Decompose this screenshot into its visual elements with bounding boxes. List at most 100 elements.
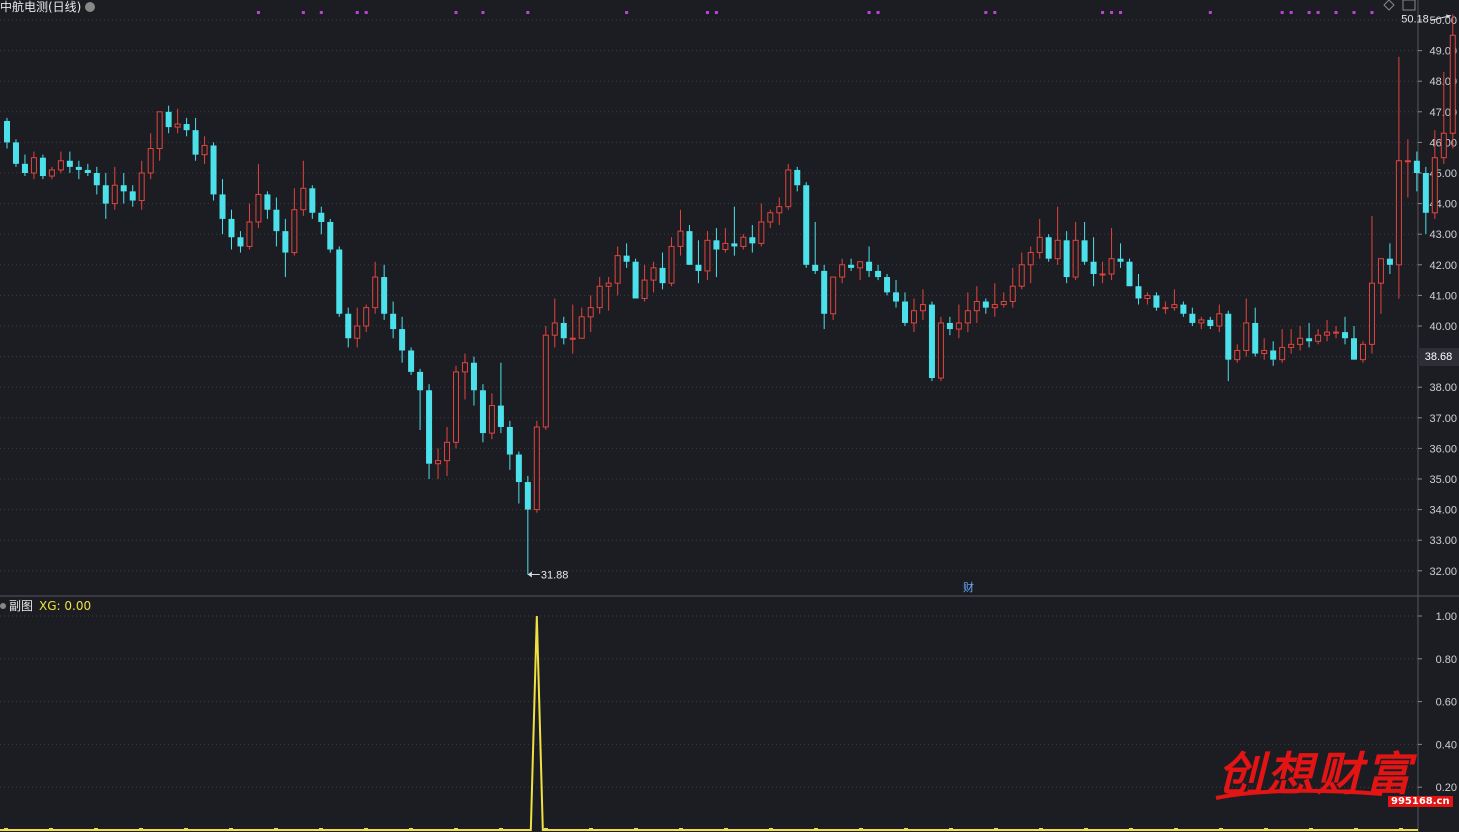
candle-body[interactable] xyxy=(156,111,163,150)
candle-body[interactable] xyxy=(255,193,262,223)
candle-body[interactable] xyxy=(1180,304,1187,314)
candle-body[interactable] xyxy=(1045,237,1052,259)
candle-body[interactable] xyxy=(650,267,657,281)
candle-body[interactable] xyxy=(1090,261,1097,274)
candle-body[interactable] xyxy=(336,249,343,314)
candle-body[interactable] xyxy=(282,231,289,253)
candle-body[interactable] xyxy=(488,405,495,434)
candle-body[interactable] xyxy=(919,304,926,312)
candle-body[interactable] xyxy=(659,267,666,284)
candle-body[interactable] xyxy=(686,231,693,265)
dropdown-icon[interactable] xyxy=(85,2,96,12)
candle-body[interactable] xyxy=(1189,313,1196,323)
candle-body[interactable] xyxy=(1000,301,1007,306)
candle-body[interactable] xyxy=(39,157,46,177)
candle-body[interactable] xyxy=(848,264,855,268)
candle-body[interactable] xyxy=(1333,331,1340,334)
candle-body[interactable] xyxy=(542,334,549,428)
candle-body[interactable] xyxy=(219,194,226,219)
candle-body[interactable] xyxy=(461,362,468,373)
candle-body[interactable] xyxy=(1252,322,1259,354)
candle-body[interactable] xyxy=(363,307,370,327)
candle-body[interactable] xyxy=(453,371,459,443)
candle-body[interactable] xyxy=(578,316,585,339)
scroll-button[interactable] xyxy=(1402,0,1416,11)
candle-body[interactable] xyxy=(1234,349,1241,361)
candle-body[interactable] xyxy=(147,148,154,174)
candle-body[interactable] xyxy=(435,460,442,465)
candle-body[interactable] xyxy=(345,313,352,339)
candle-body[interactable] xyxy=(964,310,971,324)
candle-body[interactable] xyxy=(1342,332,1349,339)
candle-body[interactable] xyxy=(4,120,10,143)
candle-body[interactable] xyxy=(1359,343,1366,361)
candle-body[interactable] xyxy=(264,194,271,210)
candle-body[interactable] xyxy=(30,157,37,174)
candle-body[interactable] xyxy=(111,184,118,205)
candle-body[interactable] xyxy=(246,221,253,247)
candle-body[interactable] xyxy=(497,405,504,427)
candle-body[interactable] xyxy=(1009,285,1016,303)
candle-body[interactable] xyxy=(1261,349,1268,355)
candle-body[interactable] xyxy=(506,426,513,455)
candle-body[interactable] xyxy=(1162,307,1169,310)
candle-body[interactable] xyxy=(399,329,406,351)
event-marker[interactable]: 财 xyxy=(963,580,974,594)
candle-body[interactable] xyxy=(138,172,145,202)
candle-body[interactable] xyxy=(470,362,477,391)
candle-body[interactable] xyxy=(417,371,424,391)
candle-body[interactable] xyxy=(982,301,989,308)
candle-body[interactable] xyxy=(740,236,747,247)
candle-body[interactable] xyxy=(1135,286,1142,299)
candle-body[interactable] xyxy=(1063,240,1070,278)
candle-body[interactable] xyxy=(327,221,334,250)
candle-body[interactable] xyxy=(713,240,720,250)
candle-body[interactable] xyxy=(1431,157,1438,214)
candle-body[interactable] xyxy=(12,142,19,164)
candle-body[interactable] xyxy=(731,243,738,247)
candle-body[interactable] xyxy=(812,264,819,271)
candle-body[interactable] xyxy=(632,261,639,299)
candle-body[interactable] xyxy=(704,239,711,272)
candle-body[interactable] xyxy=(902,301,908,323)
candle-body[interactable] xyxy=(884,277,891,293)
candle-body[interactable] xyxy=(390,313,397,330)
candle-body[interactable] xyxy=(228,218,235,238)
candle-body[interactable] xyxy=(821,270,828,314)
candle-body[interactable] xyxy=(1198,319,1205,324)
candle-body[interactable] xyxy=(515,454,522,483)
candle-body[interactable] xyxy=(1099,273,1106,276)
candle-body[interactable] xyxy=(776,206,783,214)
candle-body[interactable] xyxy=(722,242,729,251)
candle-body[interactable] xyxy=(1404,160,1411,163)
candle-body[interactable] xyxy=(605,282,612,287)
candle-body[interactable] xyxy=(1377,258,1384,284)
candle-body[interactable] xyxy=(991,304,998,309)
candle-body[interactable] xyxy=(1386,258,1393,265)
candle-body[interactable] xyxy=(48,169,55,177)
candle-body[interactable] xyxy=(910,310,917,324)
candle-body[interactable] xyxy=(767,212,774,223)
candle-body[interactable] xyxy=(1279,346,1286,361)
candle-body[interactable] xyxy=(1144,294,1151,299)
candle-body[interactable] xyxy=(1422,173,1429,213)
candle-body[interactable] xyxy=(1018,264,1025,287)
candle-body[interactable] xyxy=(192,130,199,155)
candle-body[interactable] xyxy=(1216,313,1223,327)
candle-body[interactable] xyxy=(1449,34,1456,134)
candle-body[interactable] xyxy=(1126,261,1133,287)
candle-body[interactable] xyxy=(165,111,172,128)
candle-body[interactable] xyxy=(183,124,190,131)
candle-body[interactable] xyxy=(928,304,935,379)
candle-body[interactable] xyxy=(524,482,531,510)
candle-body[interactable] xyxy=(408,350,415,372)
candle-body[interactable] xyxy=(273,209,280,232)
candle-body[interactable] xyxy=(1270,350,1277,360)
candle-body[interactable] xyxy=(444,441,451,462)
candle-body[interactable] xyxy=(1395,160,1402,266)
candle-body[interactable] xyxy=(102,185,109,204)
candle-body[interactable] xyxy=(569,337,576,340)
candle-body[interactable] xyxy=(1368,282,1375,345)
candle-body[interactable] xyxy=(1225,313,1232,360)
candle-body[interactable] xyxy=(1171,304,1178,309)
